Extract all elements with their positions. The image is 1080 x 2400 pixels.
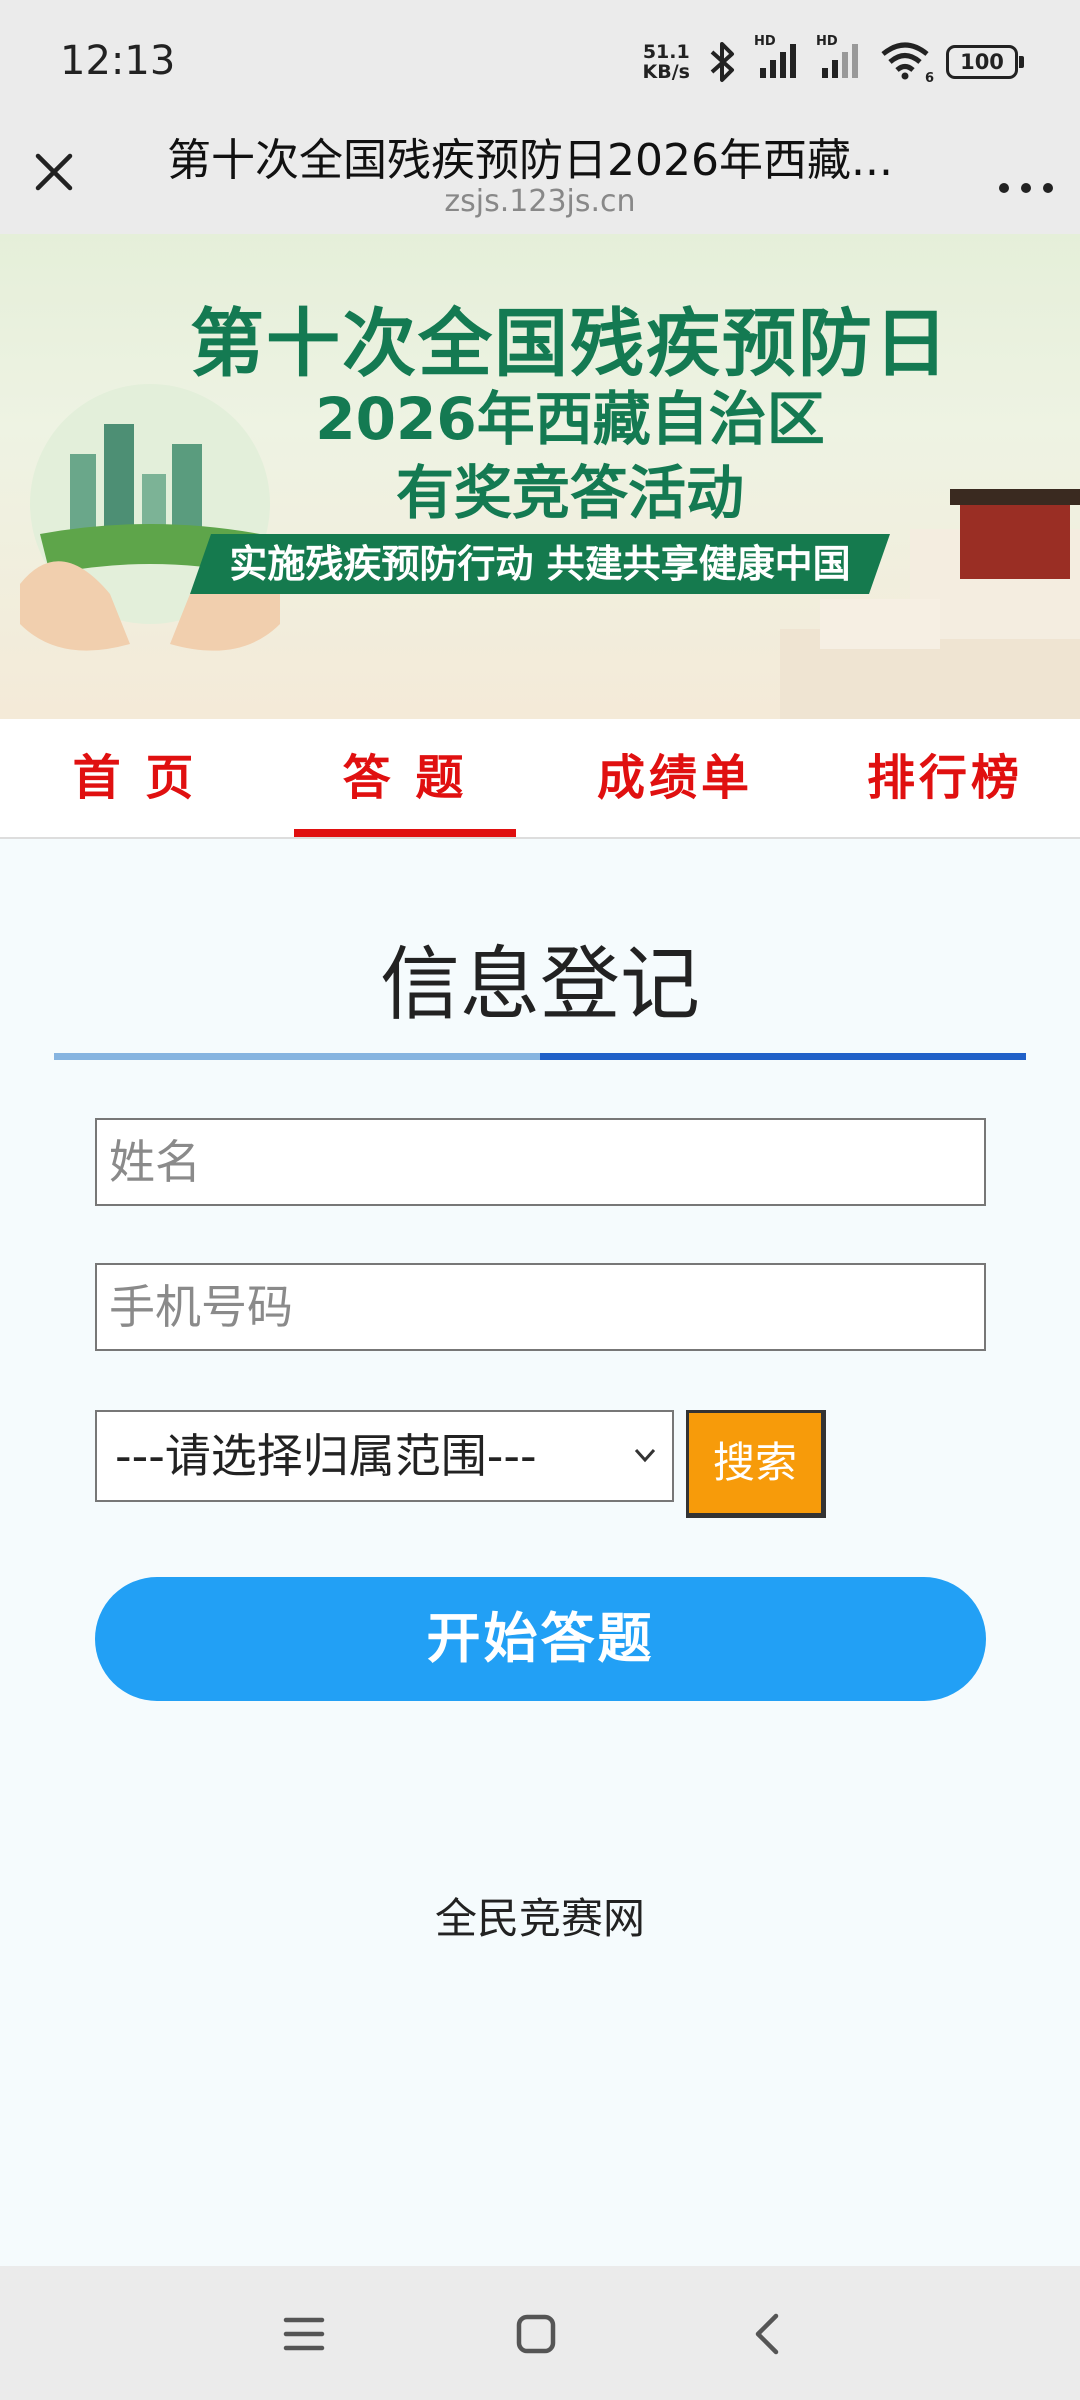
tab-quiz[interactable]: 答 题 <box>270 719 540 837</box>
status-icons: 51.1 KB/s HD HD 6 100 <box>643 34 1024 88</box>
back-icon[interactable] <box>742 2308 794 2360</box>
hd-label: HD <box>754 34 776 49</box>
browser-title-bar: 第十次全国残疾预防日2026年西藏... zsjs.123js.cn <box>0 124 1080 234</box>
chevron-down-icon <box>634 1448 656 1463</box>
form-title: 信息登记 <box>380 938 700 1031</box>
banner-slogan: 实施残疾预防行动 共建共享健康中国 <box>190 534 890 594</box>
page-title: 第十次全国残疾预防日2026年西藏... <box>167 135 893 186</box>
title-underline <box>54 1053 1026 1060</box>
system-nav-bar <box>0 2266 1080 2400</box>
search-button[interactable]: 搜索 <box>686 1410 826 1518</box>
wifi-icon-wrap: 6 <box>880 40 934 86</box>
menu-icon[interactable] <box>278 2308 330 2360</box>
banner-title-line3: 有奖竞答活动 <box>395 459 744 527</box>
hd-label: HD <box>816 34 838 49</box>
bluetooth-icon <box>710 42 734 82</box>
page-url: zsjs.123js.cn <box>444 184 636 219</box>
nav-tabs: 首 页 答 题 成绩单 排行榜 <box>0 719 1080 839</box>
signal-icon-1: HD <box>754 34 802 84</box>
home-icon[interactable] <box>510 2308 562 2360</box>
wifi-icon <box>881 42 929 80</box>
more-icon[interactable] <box>990 144 1062 200</box>
scope-select[interactable]: ---请选择归属范围--- <box>95 1410 674 1502</box>
status-bar: 12:13 51.1 KB/s HD HD 6 100 <box>0 0 1080 124</box>
tab-ranking[interactable]: 排行榜 <box>810 719 1080 837</box>
banner-image: 第十次全国残疾预防日 2026年西藏自治区 有奖竞答活动 实施残疾预防行动 共建… <box>0 234 1080 719</box>
footer-text: 全民竞赛网 <box>434 1894 645 1943</box>
net-speed-unit: KB/s <box>642 61 690 83</box>
net-speed-value: 51.1 <box>642 41 690 63</box>
banner-title-line2: 2026年西藏自治区 <box>315 385 825 453</box>
signal-icon-2: HD <box>816 34 864 84</box>
phone-input[interactable] <box>95 1263 986 1351</box>
start-quiz-button[interactable]: 开始答题 <box>95 1577 986 1701</box>
close-icon[interactable] <box>26 144 82 200</box>
status-time: 12:13 <box>60 38 176 84</box>
net-speed: 51.1 KB/s <box>643 42 690 82</box>
scope-select-value: ---请选择归属范围--- <box>115 1429 537 1483</box>
battery-icon: 100 <box>946 45 1024 79</box>
tab-home[interactable]: 首 页 <box>0 719 270 837</box>
wifi-label: 6 <box>924 71 934 86</box>
tab-scores[interactable]: 成绩单 <box>540 719 810 837</box>
name-input[interactable] <box>95 1118 986 1206</box>
